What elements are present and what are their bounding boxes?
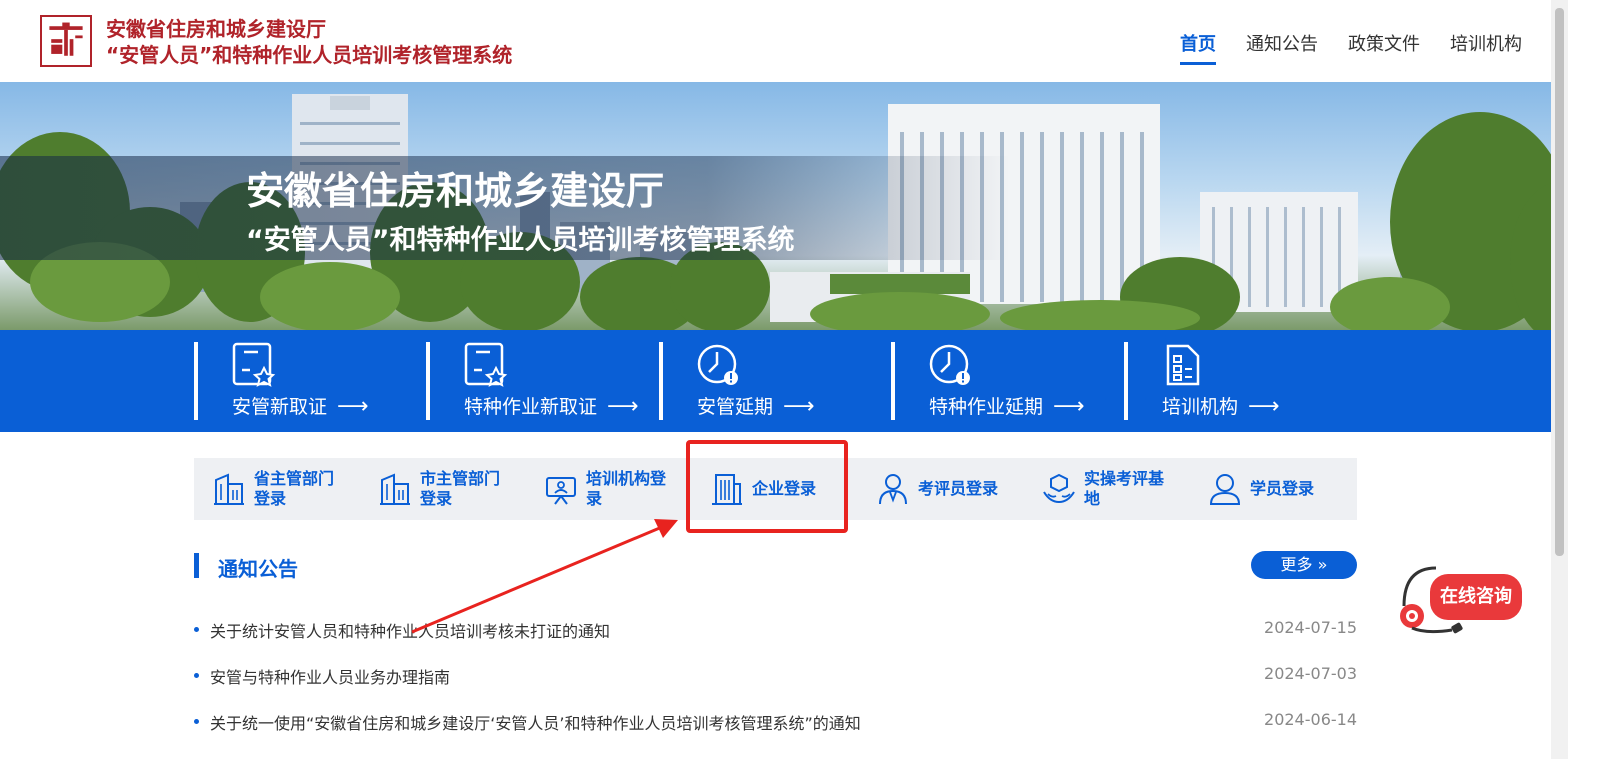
quick-special-extension[interactable]: 特种作业延期 ⟶: [891, 342, 1121, 420]
login-label-line2: 登录: [254, 489, 287, 508]
login-label-line2: 地: [1084, 489, 1101, 508]
bullet-dot-icon: [194, 673, 199, 678]
online-consult-button[interactable]: 在线咨询: [1396, 562, 1524, 638]
logo-emblem-icon: [42, 17, 90, 65]
notice-section-header: 通知公告 更多 »: [194, 551, 1357, 581]
bullet-dot-icon: [194, 719, 199, 724]
annotation-highlight-box: [686, 440, 848, 533]
login-label-line1: 省主管部门: [254, 469, 335, 488]
quick-label: 特种作业新取证: [464, 396, 598, 418]
arrow-right-icon: ⟶: [337, 394, 369, 419]
quick-label: 特种作业延期: [929, 396, 1044, 418]
login-label-line2: 登录: [420, 489, 453, 508]
nav-policies[interactable]: 政策文件: [1348, 30, 1420, 65]
site-logo[interactable]: [40, 15, 92, 67]
user-icon: [1209, 474, 1241, 505]
quick-label: 安管延期: [697, 396, 774, 418]
quick-label: 培训机构: [1162, 396, 1239, 418]
certificate-star-icon: [232, 342, 276, 387]
certificate-star-icon: [464, 342, 508, 387]
arrow-right-icon: ⟶: [1053, 394, 1085, 419]
notice-section-title: 通知公告: [218, 557, 298, 581]
nav-training-institutions[interactable]: 培训机构: [1450, 30, 1522, 65]
login-training-institution[interactable]: 培训机构登录: [544, 458, 666, 520]
building-icon: [380, 473, 410, 505]
banner-title: 安徽省住房和城乡建设厅: [246, 169, 665, 213]
site-title: 安徽省住房和城乡建设厅 “安管人员”和特种作业人员培训考核管理系统: [106, 16, 512, 68]
clock-alert-icon: [929, 344, 970, 385]
notice-link[interactable]: 关于统计安管人员和特种作业人员培训考核未打证的通知: [210, 618, 610, 642]
login-label-line1: 实操考评基: [1084, 469, 1165, 488]
nav-home[interactable]: 首页: [1180, 30, 1216, 65]
notice-link[interactable]: 安管与特种作业人员业务办理指南: [210, 664, 450, 688]
scrollbar-thumb[interactable]: [1555, 8, 1564, 556]
login-label-line1: 市主管部门: [420, 469, 501, 488]
login-examiner[interactable]: 考评员登录: [876, 458, 998, 520]
list-item[interactable]: 安管与特种作业人员业务办理指南 2024-07-03: [194, 664, 1357, 710]
examiner-icon: [879, 474, 907, 505]
quick-special-new-cert[interactable]: 特种作业新取证 ⟶: [426, 342, 656, 420]
list-item[interactable]: 关于统一使用“安徽省住房和城乡建设厅‘安管人员’和特种作业人员培训考核管理系统”…: [194, 710, 1357, 756]
notice-link[interactable]: 关于统一使用“安徽省住房和城乡建设厅‘安管人员’和特种作业人员培训考核管理系统”…: [210, 710, 861, 734]
list-item[interactable]: 关于统计安管人员和特种作业人员培训考核未打证的通知 2024-07-15: [194, 618, 1357, 664]
login-student[interactable]: 学员登录: [1208, 458, 1314, 520]
login-label-line1: 学员登录: [1250, 479, 1315, 498]
building-icon: [214, 473, 244, 505]
notice-list: 关于统计安管人员和特种作业人员培训考核未打证的通知 2024-07-15 安管与…: [194, 618, 1357, 756]
notice-date: 2024-07-03: [1264, 664, 1357, 683]
document-list-icon: [1166, 344, 1200, 386]
site-header: 安徽省住房和城乡建设厅 “安管人员”和特种作业人员培训考核管理系统 首页 通知公…: [0, 0, 1568, 82]
site-title-line1: 安徽省住房和城乡建设厅: [106, 17, 326, 41]
bullet-dot-icon: [194, 627, 199, 632]
login-city-dept[interactable]: 市主管部门 登录: [378, 458, 500, 520]
notice-date: 2024-06-14: [1264, 710, 1357, 729]
login-practical-exam-base[interactable]: 实操考评基地: [1042, 458, 1164, 520]
arrow-right-icon: ⟶: [607, 394, 639, 419]
quick-action-band: 安管新取证 ⟶ 特种作业新取证 ⟶ 安管延期 ⟶ 特种作业延期 ⟶ 培训机构 ⟶: [0, 330, 1568, 432]
quick-training-institutions[interactable]: 培训机构 ⟶: [1124, 342, 1354, 420]
login-label-line1: 培训机构登: [586, 469, 667, 488]
arrow-right-icon: ⟶: [783, 394, 815, 419]
site-title-line2: “安管人员”和特种作业人员培训考核管理系统: [106, 43, 513, 67]
main-nav: 首页 通知公告 政策文件 培训机构: [1180, 30, 1522, 65]
nav-notices[interactable]: 通知公告: [1246, 30, 1318, 65]
quick-anguan-new-cert[interactable]: 安管新取证 ⟶: [194, 342, 424, 420]
login-label-line1: 考评员登录: [918, 479, 999, 498]
quick-label: 安管新取证: [232, 396, 328, 418]
login-label-line2: 录: [586, 489, 603, 508]
login-province-dept[interactable]: 省主管部门 登录: [212, 458, 334, 520]
presentation-board-icon: [546, 477, 576, 505]
notice-date: 2024-07-15: [1264, 618, 1357, 637]
clock-alert-icon: [697, 344, 738, 385]
banner-subtitle: “安管人员”和特种作业人员培训考核管理系统: [246, 225, 795, 256]
consult-label: 在线咨询: [1430, 574, 1522, 620]
page-scrollbar[interactable]: [1551, 0, 1568, 759]
more-button[interactable]: 更多 »: [1251, 551, 1357, 579]
hands-cube-icon: [1043, 473, 1075, 504]
section-accent-bar: [194, 553, 199, 578]
quick-anguan-extension[interactable]: 安管延期 ⟶: [659, 342, 889, 420]
hero-banner: 安徽省住房和城乡建设厅 “安管人员”和特种作业人员培训考核管理系统: [0, 82, 1568, 330]
arrow-right-icon: ⟶: [1248, 394, 1280, 419]
